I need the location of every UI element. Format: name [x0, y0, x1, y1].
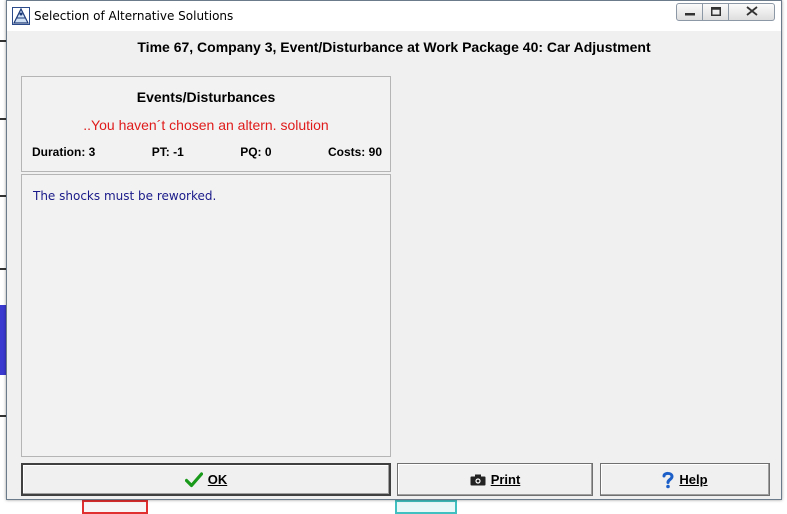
event-stats-row: Duration: 3 PT: -1 PQ: 0 Costs: 90: [32, 145, 382, 159]
close-button[interactable]: [729, 3, 775, 21]
events-title: Events/Disturbances: [136, 89, 276, 105]
ok-button[interactable]: OK: [21, 463, 391, 496]
restore-button[interactable]: [703, 3, 729, 21]
background-app-fragment: [395, 500, 457, 514]
event-description-text: The shocks must be reworked.: [33, 189, 217, 203]
background-app-fragment: [82, 500, 148, 514]
event-description-box: The shocks must be reworked.: [21, 174, 391, 457]
print-button-label: Print: [490, 472, 521, 487]
print-button[interactable]: Print: [397, 463, 593, 496]
dialog-window: Selection of Alternative Solutions Time …: [6, 0, 782, 500]
help-button[interactable]: Help: [600, 463, 770, 496]
dialog-heading: Time 67, Company 3, Event/Disturbance at…: [137, 39, 651, 55]
close-icon: [745, 3, 758, 21]
selection-status-text: ..You haven´t chosen an altern. solution: [83, 117, 329, 133]
pyramid-app-icon: [12, 7, 30, 25]
pt-value: PT: -1: [151, 145, 184, 159]
pq-value: PQ: 0: [240, 145, 272, 159]
restore-icon: [710, 3, 721, 21]
question-mark-icon: [662, 471, 674, 489]
minimize-icon: [684, 3, 695, 21]
duration-value: Duration: 3: [32, 145, 96, 159]
events-summary-box: Events/Disturbances ..You haven´t chosen…: [21, 76, 391, 172]
title-bar[interactable]: Selection of Alternative Solutions: [7, 1, 781, 31]
events-panel: Events/Disturbances ..You haven´t chosen…: [21, 76, 391, 457]
minimize-button[interactable]: [676, 3, 703, 21]
help-button-label: Help: [679, 472, 708, 487]
ok-button-label: OK: [207, 472, 228, 487]
caption-buttons: [676, 3, 775, 21]
costs-value: Costs: 90: [327, 145, 382, 159]
window-title: Selection of Alternative Solutions: [34, 9, 234, 23]
checkmark-icon: [184, 471, 203, 488]
camera-icon: [470, 474, 486, 486]
